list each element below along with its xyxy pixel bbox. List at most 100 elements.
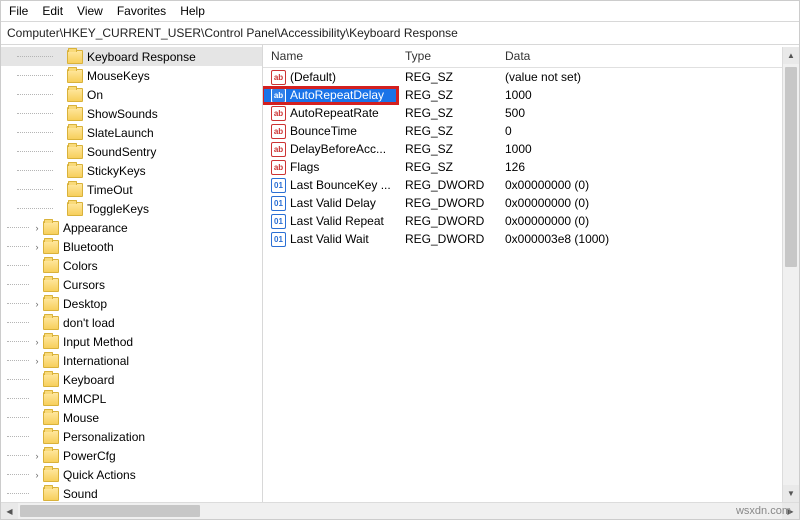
column-header-type[interactable]: Type bbox=[397, 45, 497, 67]
menu-edit[interactable]: Edit bbox=[42, 4, 63, 18]
value-type: REG_DWORD bbox=[397, 178, 497, 192]
tree-item-soundsentry[interactable]: SoundSentry bbox=[1, 142, 262, 161]
tree-item-label: International bbox=[63, 354, 129, 368]
tree-item-cursors[interactable]: Cursors bbox=[1, 275, 262, 294]
tree-item-slatelaunch[interactable]: SlateLaunch bbox=[1, 123, 262, 142]
value-list[interactable]: Name Type Data ab(Default)REG_SZ(value n… bbox=[263, 45, 799, 517]
value-name: Flags bbox=[290, 160, 319, 174]
value-name: BounceTime bbox=[290, 124, 357, 138]
tree-item-powercfg[interactable]: › PowerCfg bbox=[1, 446, 262, 465]
tree-item-label: Mouse bbox=[63, 411, 99, 425]
value-data: 1000 bbox=[497, 142, 799, 156]
tree-item-international[interactable]: › International bbox=[1, 351, 262, 370]
menu-favorites[interactable]: Favorites bbox=[117, 4, 166, 18]
value-name-cell[interactable]: ab Flags bbox=[263, 160, 397, 175]
value-row[interactable]: 01Last Valid RepeatREG_DWORD0x00000000 (… bbox=[263, 212, 799, 230]
folder-icon bbox=[43, 411, 59, 425]
string-value-icon: ab bbox=[271, 70, 286, 85]
value-name: Last Valid Delay bbox=[290, 196, 376, 210]
value-row[interactable]: 01Last Valid WaitREG_DWORD0x000003e8 (10… bbox=[263, 230, 799, 248]
value-name: Last BounceKey ... bbox=[290, 178, 391, 192]
tree-item-colors[interactable]: Colors bbox=[1, 256, 262, 275]
dword-value-icon: 01 bbox=[271, 178, 286, 193]
expand-chevron-icon[interactable]: › bbox=[31, 470, 43, 480]
tree-item-sound[interactable]: Sound bbox=[1, 484, 262, 503]
tree-item-togglekeys[interactable]: ToggleKeys bbox=[1, 199, 262, 218]
folder-icon bbox=[67, 107, 83, 121]
scroll-up-button[interactable]: ▲ bbox=[783, 47, 799, 64]
folder-icon bbox=[43, 373, 59, 387]
value-name-cell[interactable]: 01Last Valid Delay bbox=[263, 196, 397, 211]
value-row[interactable]: abDelayBeforeAcc...REG_SZ1000 bbox=[263, 140, 799, 158]
expand-chevron-icon[interactable]: › bbox=[31, 337, 43, 347]
expand-chevron-icon[interactable]: › bbox=[31, 242, 43, 252]
tree-item-desktop[interactable]: ›Desktop bbox=[1, 294, 262, 313]
scroll-thumb-h[interactable] bbox=[20, 505, 200, 517]
string-value-icon: ab bbox=[271, 160, 286, 175]
value-name-cell[interactable]: abAutoRepeatRate bbox=[263, 106, 397, 121]
value-name-cell[interactable]: abBounceTime bbox=[263, 124, 397, 139]
tree-item-stickykeys[interactable]: StickyKeys bbox=[1, 161, 262, 180]
value-name-cell[interactable]: 01 Last BounceKey ... bbox=[263, 178, 397, 193]
folder-icon bbox=[43, 335, 59, 349]
value-name-cell[interactable]: abDelayBeforeAcc... bbox=[263, 142, 397, 157]
menu-view[interactable]: View bbox=[77, 4, 103, 18]
value-name: Last Valid Repeat bbox=[290, 214, 384, 228]
tree-item-label: MouseKeys bbox=[87, 69, 150, 83]
value-name-cell[interactable]: 01Last Valid Repeat bbox=[263, 214, 397, 229]
folder-icon bbox=[43, 430, 59, 444]
folder-icon bbox=[67, 183, 83, 197]
folder-icon bbox=[43, 316, 59, 330]
tree-item-personalization[interactable]: Personalization bbox=[1, 427, 262, 446]
scroll-thumb[interactable] bbox=[785, 67, 797, 267]
value-row[interactable]: 01Last Valid DelayREG_DWORD0x00000000 (0… bbox=[263, 194, 799, 212]
expand-chevron-icon[interactable]: › bbox=[31, 356, 43, 366]
expand-chevron-icon[interactable]: › bbox=[31, 299, 43, 309]
value-data: 0x00000000 (0) bbox=[497, 178, 799, 192]
tree-item-label: Personalization bbox=[63, 430, 145, 444]
value-type: REG_SZ bbox=[397, 70, 497, 84]
expand-chevron-icon[interactable]: › bbox=[31, 223, 43, 233]
column-header-data[interactable]: Data bbox=[497, 45, 799, 67]
tree-item-appearance[interactable]: ›Appearance bbox=[1, 218, 262, 237]
scroll-down-button[interactable]: ▼ bbox=[783, 485, 799, 502]
value-name: AutoRepeatDelay bbox=[290, 88, 384, 102]
tree-item-on[interactable]: On bbox=[1, 85, 262, 104]
tree-item-mouse[interactable]: Mouse bbox=[1, 408, 262, 427]
value-name-cell[interactable]: ab (Default) bbox=[263, 70, 397, 85]
tree-item-keyboard-response[interactable]: Keyboard Response bbox=[1, 47, 262, 66]
value-name-cell[interactable]: abAutoRepeatDelay bbox=[263, 88, 397, 103]
value-row[interactable]: 01 Last BounceKey ... REG_DWORD0x00000000 … bbox=[263, 176, 799, 194]
value-name-cell[interactable]: 01Last Valid Wait bbox=[263, 232, 397, 247]
tree-item-don-t-load[interactable]: don't load bbox=[1, 313, 262, 332]
address-bar[interactable]: Computer\HKEY_CURRENT_USER\Control Panel… bbox=[1, 22, 799, 45]
tree-item-mmcpl[interactable]: MMCPL bbox=[1, 389, 262, 408]
folder-icon bbox=[43, 354, 59, 368]
tree-item-quick-actions[interactable]: ›Quick Actions bbox=[1, 465, 262, 484]
value-row[interactable]: abAutoRepeatRateREG_SZ500 bbox=[263, 104, 799, 122]
registry-tree[interactable]: Keyboard Response MouseKeys OnShowSoundsSl… bbox=[1, 45, 263, 517]
value-row[interactable]: abFlagsREG_SZ126 bbox=[263, 158, 799, 176]
value-row[interactable]: ab(Default)REG_SZ(value not set) bbox=[263, 68, 799, 86]
scroll-left-button[interactable]: ◀ bbox=[1, 503, 18, 519]
scroll-right-button[interactable]: ▶ bbox=[782, 503, 799, 519]
tree-item-timeout[interactable]: TimeOut bbox=[1, 180, 262, 199]
tree-item-keyboard[interactable]: Keyboard bbox=[1, 370, 262, 389]
value-name: (Default) bbox=[290, 70, 336, 84]
tree-item-mousekeys[interactable]: MouseKeys bbox=[1, 66, 262, 85]
folder-icon bbox=[67, 50, 83, 64]
horizontal-scrollbar[interactable]: ◀ ▶ bbox=[1, 502, 799, 519]
value-row[interactable]: abBounceTimeREG_SZ0 bbox=[263, 122, 799, 140]
expand-chevron-icon[interactable]: › bbox=[31, 451, 43, 461]
tree-item-input-method[interactable]: ›Input Method bbox=[1, 332, 262, 351]
value-row[interactable]: abAutoRepeatDelayREG_SZ1000 bbox=[263, 86, 799, 104]
tree-item-showsounds[interactable]: ShowSounds bbox=[1, 104, 262, 123]
menu-help[interactable]: Help bbox=[180, 4, 205, 18]
vertical-scrollbar[interactable]: ▲ ▼ bbox=[782, 47, 799, 502]
tree-item-label: ToggleKeys bbox=[87, 202, 149, 216]
column-header-name[interactable]: Name bbox=[263, 45, 397, 67]
menu-file[interactable]: File bbox=[9, 4, 28, 18]
tree-item-label: PowerCfg bbox=[63, 449, 116, 463]
string-value-icon: ab bbox=[271, 106, 286, 121]
tree-item-bluetooth[interactable]: ›Bluetooth bbox=[1, 237, 262, 256]
